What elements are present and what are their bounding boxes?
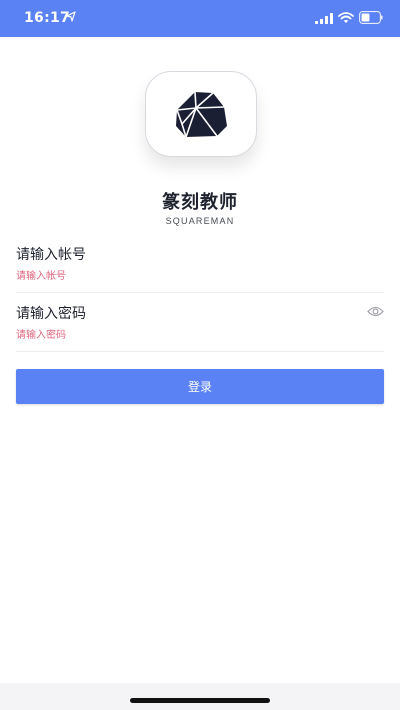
app-title: 篆刻教师 [162, 192, 238, 213]
faceted-gem-logo-icon [176, 91, 227, 138]
login-button[interactable]: 登录 [16, 369, 384, 404]
eye-icon[interactable] [367, 305, 384, 318]
status-bar: 16:17 [0, 0, 400, 37]
status-time: 16:17 [24, 10, 71, 26]
app-subtitle: SQUAREMAN [165, 216, 235, 226]
location-arrow-icon [66, 11, 76, 22]
divider [16, 292, 384, 293]
divider [16, 351, 384, 352]
cellular-signal-icon [315, 13, 333, 24]
bottom-safe-area [0, 683, 400, 710]
wifi-icon [338, 12, 354, 23]
home-indicator[interactable] [130, 698, 270, 703]
app-logo [145, 71, 257, 157]
battery-icon [359, 11, 383, 24]
